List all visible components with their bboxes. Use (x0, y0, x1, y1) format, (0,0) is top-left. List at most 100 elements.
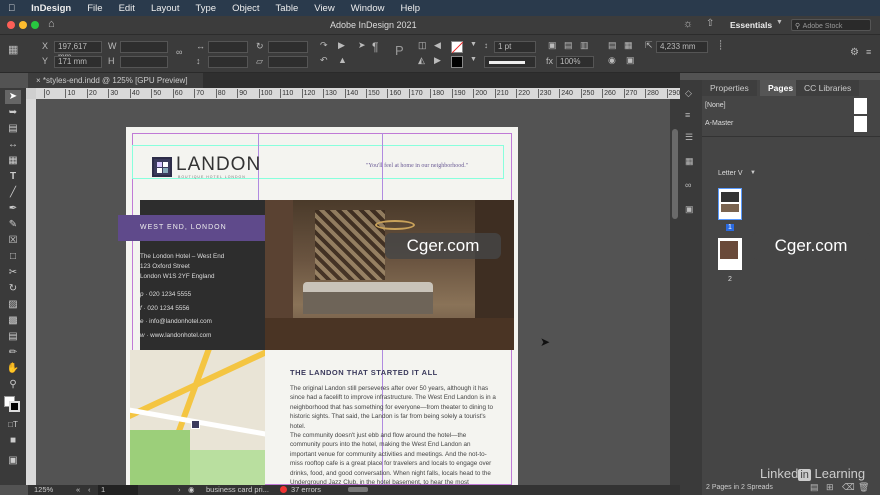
document-tab[interactable]: × *styles-end.indd @ 125% [GPU Preview] (28, 73, 203, 88)
menu-help[interactable]: Help (392, 3, 428, 14)
w-field[interactable] (120, 41, 168, 53)
trash-icon[interactable]: 🗑 (858, 482, 869, 493)
stroke-swatch[interactable] (451, 56, 463, 68)
hand-tool-icon[interactable]: ✋ (5, 362, 21, 376)
formatting-affects-container-icon[interactable]: □T (5, 418, 21, 432)
edit-page-size-icon[interactable]: ▤ (810, 482, 819, 493)
menu-window[interactable]: Window (343, 3, 393, 14)
shear-field[interactable] (268, 56, 308, 68)
app-menu[interactable]: InDesign (23, 3, 79, 14)
master-none-thumb[interactable] (854, 98, 867, 114)
tab-pages[interactable]: Pages (760, 80, 802, 96)
flip-v-icon[interactable]: ▲ (338, 55, 347, 65)
prev-page-arrow-icon[interactable]: ‹ (88, 485, 91, 494)
select-content-icon[interactable]: ◭ (418, 55, 425, 66)
chevron-down-icon[interactable]: ▼ (750, 170, 756, 176)
zoom-window-button[interactable] (31, 21, 39, 29)
measure-field[interactable]: 4,233 mm (656, 41, 708, 53)
menu-type[interactable]: Type (187, 3, 224, 14)
apple-icon[interactable]:  (0, 3, 23, 14)
fit-content-icon[interactable]: ▥ (580, 40, 589, 51)
horizontal-scroll-thumb[interactable] (348, 487, 368, 492)
rectangle-tool-icon[interactable]: □ (5, 250, 21, 264)
free-transform-tool-icon[interactable]: ↻ (5, 282, 21, 296)
text-wrap-panel-icon[interactable]: ▣ (685, 204, 694, 215)
text-wrap-icon[interactable]: ▣ (548, 40, 557, 51)
page-1-label[interactable]: 1 (726, 224, 734, 231)
panel-menu-icon[interactable]: ≡ (866, 47, 871, 57)
workspace-switcher[interactable]: Essentials (730, 20, 772, 30)
zoom-level[interactable]: 125% (34, 485, 53, 494)
select-previous-icon[interactable]: ◀ (434, 40, 441, 51)
constrain-link-icon[interactable]: ∞ (176, 47, 182, 57)
rotate-icon[interactable]: ↻ (256, 41, 264, 52)
hotel-room-photo[interactable] (265, 200, 514, 350)
frame-size-icon[interactable]: ⇱ (645, 40, 653, 51)
pencil-tool-icon[interactable]: ✎ (5, 218, 21, 232)
next-page-icon[interactable]: › (178, 485, 181, 494)
master-a-thumb[interactable] (854, 116, 867, 132)
master-a[interactable]: A-Master (705, 120, 733, 127)
direct-selection-tool-icon[interactable]: ➥ (5, 106, 21, 120)
paragraph-icon[interactable]: ¶ (372, 40, 378, 54)
preflight-profile[interactable]: business card pri... (206, 485, 269, 494)
cc-libraries-icon[interactable]: ∞ (685, 180, 691, 190)
stock-search-input[interactable]: ⚲ Adobe Stock (791, 19, 871, 31)
zoom-tool-icon[interactable]: ⚲ (5, 378, 21, 392)
gap-tool-icon[interactable]: ↔ (5, 138, 21, 152)
scale-y-icon[interactable]: ↕ (196, 56, 201, 66)
text-frame-p-icon[interactable]: P (395, 43, 404, 58)
note-tool-icon[interactable]: ▤ (5, 330, 21, 344)
opacity-field[interactable]: 100% (556, 56, 594, 68)
stroke-weight-stepper-icon[interactable]: ↕ (484, 41, 488, 50)
menu-file[interactable]: File (79, 3, 110, 14)
reference-point-icon[interactable]: ▦ (8, 43, 18, 56)
ruler-origin[interactable] (26, 88, 36, 99)
scale-y-field[interactable] (208, 56, 248, 68)
share-icon[interactable]: ⇧ (706, 18, 714, 29)
scale-x-icon[interactable]: ↔ (196, 41, 205, 51)
auto-fit-icon[interactable]: ▣ (626, 55, 635, 66)
line-tool-icon[interactable]: ╱ (5, 186, 21, 200)
menu-table[interactable]: Table (268, 3, 307, 14)
vertical-scrollbar[interactable] (670, 99, 680, 485)
page-2-thumb[interactable] (718, 238, 742, 270)
prev-page-icon[interactable]: « (76, 485, 80, 494)
select-next-icon[interactable]: ▶ (434, 55, 441, 66)
lightbulb-icon[interactable]: ☼ (683, 18, 693, 30)
scissors-tool-icon[interactable]: ✂ (5, 266, 21, 280)
close-window-button[interactable] (7, 21, 15, 29)
page-tool-icon[interactable]: ▤ (5, 122, 21, 136)
align-left-icon[interactable]: ▤ (608, 40, 617, 51)
new-page-icon[interactable]: ⊞ (826, 482, 834, 493)
preflight-icon[interactable]: ◉ (188, 485, 195, 494)
error-count[interactable]: 37 errors (291, 485, 321, 494)
apply-color-icon[interactable]: ■ (5, 434, 21, 448)
close-tab-icon[interactable]: × (36, 76, 41, 85)
links-icon[interactable]: ≡ (685, 110, 690, 120)
content-collector-icon[interactable]: ▦ (5, 154, 21, 168)
h-field[interactable] (120, 56, 168, 68)
selection-tool-icon[interactable]: ➤ (5, 90, 21, 104)
fill-dropdown-icon[interactable]: ▼ (470, 41, 477, 48)
menu-layout[interactable]: Layout (143, 3, 188, 14)
page-1-thumb[interactable] (718, 188, 742, 220)
effects-fx-icon[interactable]: fx (546, 56, 553, 66)
x-field[interactable]: 197,617 mm (54, 41, 102, 61)
rectangle-frame-tool-icon[interactable]: ☒ (5, 234, 21, 248)
menu-view[interactable]: View (306, 3, 342, 14)
menu-object[interactable]: Object (224, 3, 267, 14)
delete-page-icon[interactable]: ⌫ (842, 482, 855, 493)
tab-cc-libraries[interactable]: CC Libraries (796, 80, 860, 96)
align-center-icon[interactable]: ▦ (624, 40, 633, 51)
rotate-ccw-icon[interactable]: ↶ (320, 55, 328, 66)
fill-swatch[interactable] (451, 41, 464, 54)
scale-x-field[interactable] (208, 41, 248, 53)
page-number-field[interactable]: 1 (98, 485, 138, 495)
chevron-down-icon[interactable]: ▼ (776, 19, 783, 26)
gradient-feather-tool-icon[interactable]: ▩ (5, 314, 21, 328)
tab-properties[interactable]: Properties (702, 80, 757, 96)
menu-edit[interactable]: Edit (111, 3, 143, 14)
pen-tool-icon[interactable]: ✒ (5, 202, 21, 216)
swatches-icon[interactable]: ▦ (685, 156, 694, 167)
